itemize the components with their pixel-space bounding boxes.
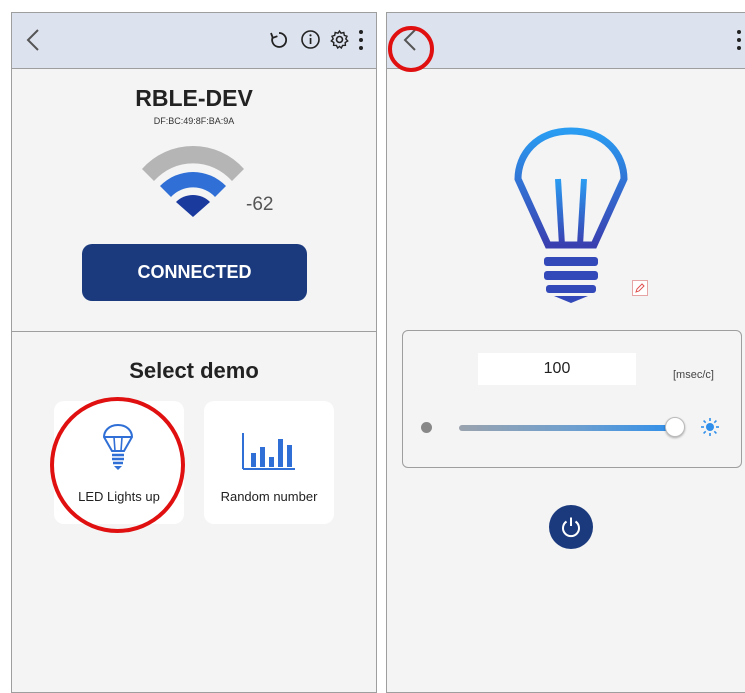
highlight-circle	[50, 397, 185, 533]
device-screen: RBLE-DEV DF:BC:49:8F:BA:9A -62 CONNECTED…	[11, 12, 377, 693]
interval-unit-label: [msec/c]	[673, 369, 714, 381]
back-arrow-icon[interactable]	[20, 25, 48, 55]
brightness-sun-icon	[701, 418, 719, 436]
interval-input[interactable]	[478, 353, 636, 385]
section-divider	[12, 331, 376, 332]
bar-chart-icon	[242, 433, 295, 470]
info-icon[interactable]	[300, 29, 321, 50]
brightness-slider-thumb[interactable]	[665, 417, 685, 437]
device-address: DF:BC:49:8F:BA:9A	[153, 116, 235, 126]
select-demo-title: Select demo	[129, 358, 259, 383]
device-name: RBLE-DEV	[135, 85, 253, 111]
more-options-icon[interactable]	[733, 29, 745, 51]
highlight-circle	[388, 26, 434, 72]
dim-indicator-icon	[421, 422, 432, 433]
refresh-icon[interactable]	[269, 30, 289, 50]
signal-strength-icon	[142, 145, 244, 217]
gear-icon[interactable]	[329, 29, 350, 50]
rssi-value: -62	[246, 194, 274, 215]
app-bar	[12, 13, 376, 69]
demo-card-random-number[interactable]: Random number	[204, 401, 334, 524]
led-settings-panel: [msec/c]	[402, 330, 742, 468]
pencil-icon	[635, 283, 645, 293]
demo-card-label: Random number	[220, 489, 318, 504]
connected-button[interactable]: CONNECTED	[82, 244, 307, 301]
more-options-icon[interactable]	[355, 29, 367, 51]
power-icon	[562, 517, 580, 538]
brightness-slider[interactable]	[459, 425, 675, 431]
large-light-bulb-icon	[514, 127, 628, 303]
led-demo-screen: [msec/c]	[386, 12, 745, 693]
edit-button[interactable]	[632, 280, 648, 296]
power-button[interactable]	[549, 505, 593, 549]
app-bar	[387, 13, 745, 69]
